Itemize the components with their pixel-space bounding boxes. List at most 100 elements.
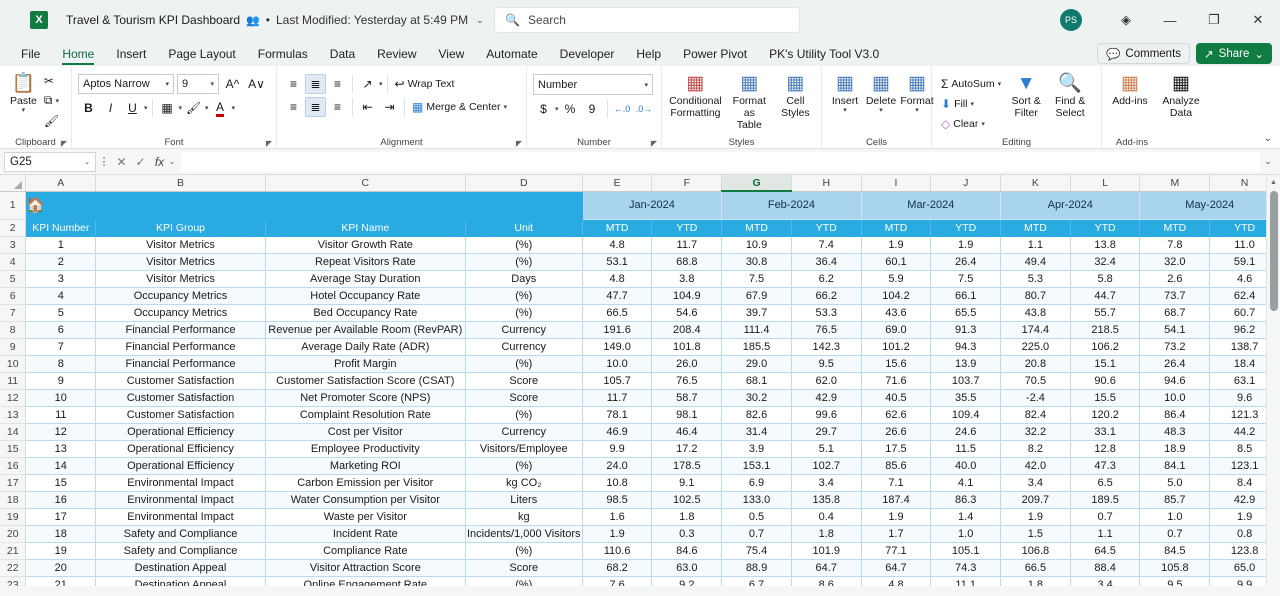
table-row[interactable]: 20 18 Safety and Compliance Incident Rate In… (0, 525, 1280, 543)
cell-value[interactable]: 15.5 (1070, 389, 1141, 407)
cell-value[interactable]: 120.2 (1070, 406, 1141, 424)
tab-help[interactable]: Help (625, 45, 672, 66)
cell-value[interactable]: 18.9 (1139, 440, 1211, 458)
cell-kpi-number[interactable]: 15 (25, 474, 97, 492)
cell-value[interactable]: 6.7 (721, 576, 792, 586)
chevron-down-icon[interactable]: ▾ (503, 103, 507, 111)
cell-value[interactable]: 7.1 (861, 474, 932, 492)
sort-filter-button[interactable]: ▼ Sort & Filter (1004, 72, 1048, 120)
row-header-17[interactable]: 17 (0, 474, 27, 492)
cell-value[interactable]: 68.2 (582, 559, 653, 577)
cell-unit[interactable]: Incidents/1,000 Visitors (465, 525, 583, 543)
cell-kpi-name[interactable]: Employee Productivity (265, 440, 466, 458)
cell-kpi-name[interactable]: Marketing ROI (265, 457, 466, 475)
align-right-button[interactable]: ≡ (327, 97, 348, 117)
number-dialog-launcher-icon[interactable]: ◤ (651, 139, 657, 148)
cell-kpi-name[interactable]: Water Consumption per Visitor (265, 491, 466, 509)
scrollbar-thumb[interactable] (1270, 191, 1278, 311)
row-header-14[interactable]: 14 (0, 423, 27, 441)
format-painter-button[interactable]: 🖌 (41, 111, 62, 130)
cell-kpi-group[interactable]: Customer Satisfaction (95, 389, 266, 407)
row-header-13[interactable]: 13 (0, 406, 27, 424)
cell-kpi-name[interactable]: Average Daily Rate (ADR) (265, 338, 466, 356)
cell-kpi-group[interactable]: Destination Appeal (95, 559, 266, 577)
cell-value[interactable]: 39.7 (721, 304, 792, 322)
table-row[interactable]: 14 12 Operational Efficiency Cost per Visit… (0, 423, 1280, 441)
cell-kpi-name[interactable]: Net Promoter Score (NPS) (265, 389, 466, 407)
format-cells-button[interactable]: ▦ Format ▾ (900, 72, 934, 116)
tab-home[interactable]: Home (51, 45, 105, 66)
cell-unit[interactable]: Score (465, 372, 583, 390)
cell-value[interactable]: 98.1 (651, 406, 723, 424)
row-header-20[interactable]: 20 (0, 525, 27, 543)
cell-kpi-name[interactable]: Bed Occupancy Rate (265, 304, 466, 322)
cell-unit[interactable]: Liters (465, 491, 583, 509)
cell-value[interactable]: 1.9 (582, 525, 653, 543)
document-title-area[interactable]: Travel & Tourism KPI Dashboard 👥 • Last … (66, 13, 484, 27)
cell-value[interactable]: 0.3 (651, 525, 723, 543)
column-header-H[interactable]: H (791, 175, 862, 192)
cell-value[interactable]: 105.7 (582, 372, 653, 390)
sheet-table[interactable]: A B C D E F G H I J K L M N 1 🏠 Jan-2024 Feb-2024 Mar-2024… (0, 175, 1280, 586)
cell-unit[interactable]: kg CO₂ (465, 474, 583, 492)
cell-value[interactable]: 5.9 (861, 270, 932, 288)
cell-unit[interactable]: kg (465, 508, 583, 526)
cell-value[interactable]: 74.3 (930, 559, 1002, 577)
cell-value[interactable]: 66.1 (930, 287, 1002, 305)
cell-value[interactable]: 70.5 (1000, 372, 1071, 390)
addins-button[interactable]: ▦ Add-ins (1108, 72, 1152, 108)
cell-value[interactable]: 47.3 (1070, 457, 1141, 475)
chevron-down-icon[interactable]: ▾ (165, 80, 169, 88)
row-header-9[interactable]: 9 (0, 338, 27, 356)
ribbon-collapse-button[interactable]: ⌄ (1264, 133, 1272, 144)
cell-value[interactable]: 68.8 (651, 253, 723, 271)
cell-value[interactable]: 98.5 (582, 491, 653, 509)
cell-value[interactable]: 7.6 (582, 576, 653, 586)
column-header-I[interactable]: I (861, 175, 932, 192)
cell-kpi-name[interactable]: Online Engagement Rate (265, 576, 466, 586)
cell-value[interactable]: 44.7 (1070, 287, 1141, 305)
cell-unit[interactable]: Score (465, 389, 583, 407)
home-icon[interactable]: 🏠 (25, 191, 583, 220)
chevron-down-icon[interactable]: ▾ (205, 104, 209, 112)
cell-value[interactable]: 174.4 (1000, 321, 1071, 339)
table-row[interactable]: 22 20 Destination Appeal Visitor Attraction… (0, 559, 1280, 577)
cell-value[interactable]: 90.6 (1070, 372, 1141, 390)
cell-value[interactable]: 4.8 (861, 576, 932, 586)
column-header-E[interactable]: E (582, 175, 653, 192)
cell-value[interactable]: -2.4 (1000, 389, 1071, 407)
cell-value[interactable]: 142.3 (791, 338, 862, 356)
cell-value[interactable]: 111.4 (721, 321, 792, 339)
cell-value[interactable]: 53.3 (791, 304, 862, 322)
column-header-J[interactable]: J (930, 175, 1002, 192)
cell-kpi-name[interactable]: Hotel Occupancy Rate (265, 287, 466, 305)
cell-value[interactable]: 11.5 (930, 440, 1002, 458)
cell-value[interactable]: 32.4 (1070, 253, 1141, 271)
cell-value[interactable]: 77.1 (861, 542, 932, 560)
cell-value[interactable]: 9.9 (582, 440, 653, 458)
cell-value[interactable]: 62.6 (861, 406, 932, 424)
comments-button[interactable]: 💬 Comments (1097, 43, 1191, 64)
row-header-22[interactable]: 22 (0, 559, 27, 577)
table-row[interactable]: 18 16 Environmental Impact Water Consumptio… (0, 491, 1280, 509)
cell-value[interactable]: 80.7 (1000, 287, 1071, 305)
cell-value[interactable]: 11.7 (651, 236, 723, 254)
chevron-down-icon[interactable]: ▾ (915, 107, 919, 115)
cell-value[interactable]: 1.9 (1000, 508, 1071, 526)
minimize-button[interactable]: — (1148, 0, 1192, 40)
cell-kpi-group[interactable]: Operational Efficiency (95, 423, 266, 441)
cell-kpi-number[interactable]: 14 (25, 457, 97, 475)
table-row[interactable]: 12 10 Customer Satisfaction Net Promoter Sc… (0, 389, 1280, 407)
find-select-button[interactable]: 🔍 Find & Select (1048, 72, 1092, 120)
chevron-down-icon[interactable]: ▾ (644, 81, 648, 89)
cell-value[interactable]: 185.5 (721, 338, 792, 356)
tab-automate[interactable]: Automate (475, 45, 548, 66)
column-header-M[interactable]: M (1139, 175, 1211, 192)
table-row[interactable]: 15 13 Operational Efficiency Employee Produ… (0, 440, 1280, 458)
cell-value[interactable]: 42.9 (791, 389, 862, 407)
cell-value[interactable]: 0.5 (721, 508, 792, 526)
cell-kpi-number[interactable]: 2 (25, 253, 97, 271)
cell-value[interactable]: 3.4 (1000, 474, 1071, 492)
cell-kpi-group[interactable]: Financial Performance (95, 338, 266, 356)
cell-value[interactable]: 9.5 (791, 355, 862, 373)
